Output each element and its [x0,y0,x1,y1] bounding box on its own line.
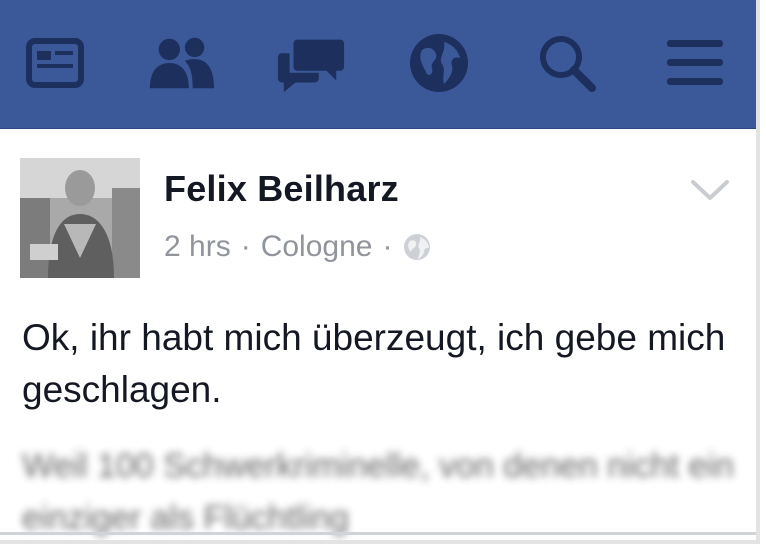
blurred-post-text: Weil 100 Schwerkriminelle, von denen nic… [22,447,734,537]
post-author-name[interactable]: Felix Beilharz [164,168,399,210]
post-options-chevron-icon[interactable] [690,176,730,206]
menu-icon [667,40,723,85]
news-feed-button[interactable] [20,28,90,98]
author-avatar[interactable] [20,158,140,278]
messages-button[interactable] [276,28,346,98]
globe-icon [404,234,431,260]
messages-icon [277,39,345,93]
meta-separator: · [382,230,393,263]
friend-requests-button[interactable] [146,28,216,98]
friends-icon [149,37,215,89]
news-feed-icon [26,38,84,88]
bottom-divider [0,532,756,535]
screenshot-frame: Felix Beilharz 2 hrs · Cologne · Ok, ihr… [0,0,760,544]
post-meta: 2 hrs · Cologne · [164,230,432,264]
post-location[interactable]: Cologne [261,230,373,264]
menu-button[interactable] [660,28,730,98]
search-button[interactable] [532,28,602,98]
notifications-button[interactable] [404,28,474,98]
post-time[interactable]: 2 hrs [164,230,231,264]
post-text: Ok, ihr habt mich überzeugt, ich gebe mi… [22,317,726,410]
top-navigation-bar [0,0,756,129]
search-icon [540,36,596,92]
notifications-globe-icon [410,34,468,92]
meta-separator: · [240,230,251,263]
